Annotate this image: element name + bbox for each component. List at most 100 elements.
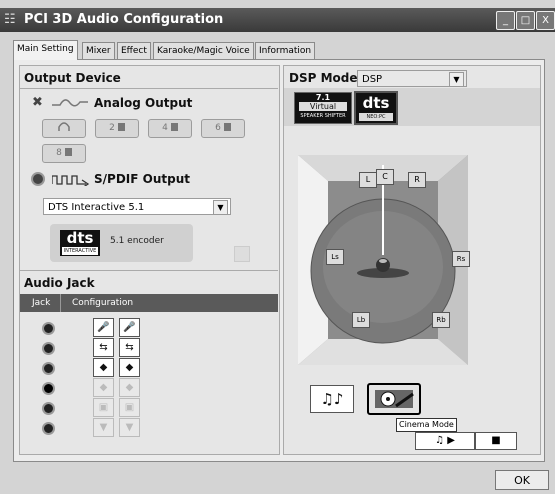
right-panel: DSP Mode DSP ▼ 7.1 Virtual SPEAKER SHIFT… [283,65,541,455]
spdif-format-value: DTS Interactive 5.1 [48,202,145,213]
configuration-column-header: Configuration [72,298,134,308]
encoder-indicator [234,246,250,262]
speaker-lb[interactable]: Lb [352,312,370,328]
music-mode-button[interactable]: ♫♪ [310,385,354,413]
window-title: PCI 3D Audio Configuration [24,12,224,27]
tab-information[interactable]: Information [255,42,316,59]
back-speaker-l-icon: ▼ [93,418,114,437]
jack-port-icon [42,422,55,435]
virtual-71-button[interactable]: 7.1 Virtual SPEAKER SHIFTER [294,92,352,124]
main-setting-panel: Output Device ✖ Analog Output 2 4 6 8 S/… [13,59,545,462]
subwoofer-icon: ◆ [119,378,140,397]
back-speaker-r-icon: ▼ [119,418,140,437]
jack-port-icon [42,402,55,415]
dts-interactive-logo: dts INTERACTIVE [60,230,100,256]
speaker-ls[interactable]: Ls [326,249,344,265]
jack-port-icon [42,322,55,335]
dts-logo-text: dts [66,229,94,247]
dsp-badge-strip: 7.1 Virtual SPEAKER SHIFTER dts NEO:PC [284,88,540,126]
mic-r-icon[interactable]: 🎤 [119,318,140,337]
center-speaker-icon: ◆ [93,378,114,397]
channel-2-button[interactable]: 2 [95,119,139,138]
speaker-rs[interactable]: Rs [452,251,470,267]
channel-8-button[interactable]: 8 [42,144,86,163]
app-icon: ☷ [4,12,16,27]
dts-logo-sub: INTERACTIVE [62,247,98,255]
speaker-rb[interactable]: Rb [432,312,450,328]
speaker-c[interactable]: C [376,169,394,185]
cinema-mode-tooltip: Cinema Mode [396,418,457,432]
channel-6-label: 6 [215,123,221,133]
rear-speaker-r-icon: ▣ [119,398,140,417]
channel-2-label: 2 [109,123,115,133]
jack-column-header: Jack [32,298,51,308]
digital-signal-icon [52,175,90,186]
badge-dts-text: dts [362,94,390,112]
application-window: ☷ PCI 3D Audio Configuration _ □ X Main … [0,0,555,494]
tab-effect[interactable]: Effect [117,42,151,59]
spdif-output-label: S/PDIF Output [94,172,190,186]
chevron-down-icon[interactable]: ▼ [449,72,464,87]
film-reel-icon [375,390,414,408]
dts-neo-pc-button[interactable]: dts NEO:PC [354,91,398,125]
play-icon: ♫ ▶ [435,435,455,446]
ok-button[interactable]: OK [495,470,549,490]
dts-encoder-box: dts INTERACTIVE 5.1 encoder [50,224,193,262]
analog-output-label: Analog Output [94,96,193,110]
speaker-icon [64,148,72,156]
analog-wave-icon [52,99,88,107]
speaker-icon [170,123,178,131]
jack-port-icon [42,362,55,375]
divider [20,270,278,271]
stop-icon: ■ [491,435,501,446]
jack-port-icon [42,382,55,395]
channel-4-label: 4 [162,123,168,133]
channel-8-label: 8 [56,148,62,158]
headphone-icon [58,122,70,131]
front-speaker-l-icon[interactable]: ◆ [93,358,114,377]
dsp-mode-title: DSP Mode [289,71,358,85]
close-button[interactable]: X [536,11,555,30]
music-notes-icon: ♫♪ [320,390,344,408]
headphone-button[interactable] [42,119,86,138]
audio-jack-title: Audio Jack [24,276,95,290]
badge-71-top: 7.1 [315,93,331,102]
speaker-icon [117,123,125,131]
encoder-label: 5.1 encoder [110,236,164,246]
spdif-toggle-icon[interactable] [31,172,45,186]
output-device-title: Output Device [24,71,121,85]
maximize-button[interactable]: □ [516,11,535,30]
channel-6-button[interactable]: 6 [201,119,245,138]
spdif-format-select[interactable]: DTS Interactive 5.1 ▼ [43,198,231,215]
left-panel: Output Device ✖ Analog Output 2 4 6 8 S/… [19,65,280,455]
rear-speaker-l-icon: ▣ [93,398,114,417]
cinema-mode-button[interactable] [367,383,421,415]
stop-button[interactable]: ■ [475,432,517,450]
speaker-room-view [298,155,468,365]
front-speaker-r-icon[interactable]: ◆ [119,358,140,377]
line-in-r-icon[interactable]: ⇆ [119,338,140,357]
tab-karaoke-magic-voice[interactable]: Karaoke/Magic Voice [153,42,254,59]
mute-x-icon[interactable]: ✖ [32,95,43,110]
badge-71-mid: Virtual [299,102,347,111]
mic-l-icon[interactable]: 🎤 [93,318,114,337]
badge-dts-sub: NEO:PC [359,113,393,121]
title-bar[interactable]: ☷ PCI 3D Audio Configuration _ □ X [0,8,555,32]
channel-4-button[interactable]: 4 [148,119,192,138]
speaker-r[interactable]: R [408,172,426,188]
divider [20,88,278,89]
chevron-down-icon[interactable]: ▼ [213,200,228,215]
play-button[interactable]: ♫ ▶ [415,432,475,450]
tab-mixer[interactable]: Mixer [82,42,115,59]
dsp-mode-select[interactable]: DSP ▼ [357,70,467,87]
audio-jack-header: Jack Configuration [20,294,278,312]
speaker-l[interactable]: L [359,172,377,188]
badge-71-sub: SPEAKER SHIFTER [300,113,346,119]
line-in-l-icon[interactable]: ⇆ [93,338,114,357]
dsp-mode-value: DSP [362,74,383,85]
speaker-icon [223,123,231,131]
tab-main-setting[interactable]: Main Setting [13,40,78,60]
jack-port-icon [42,342,55,355]
minimize-button[interactable]: _ [496,11,515,30]
column-separator [60,294,61,312]
